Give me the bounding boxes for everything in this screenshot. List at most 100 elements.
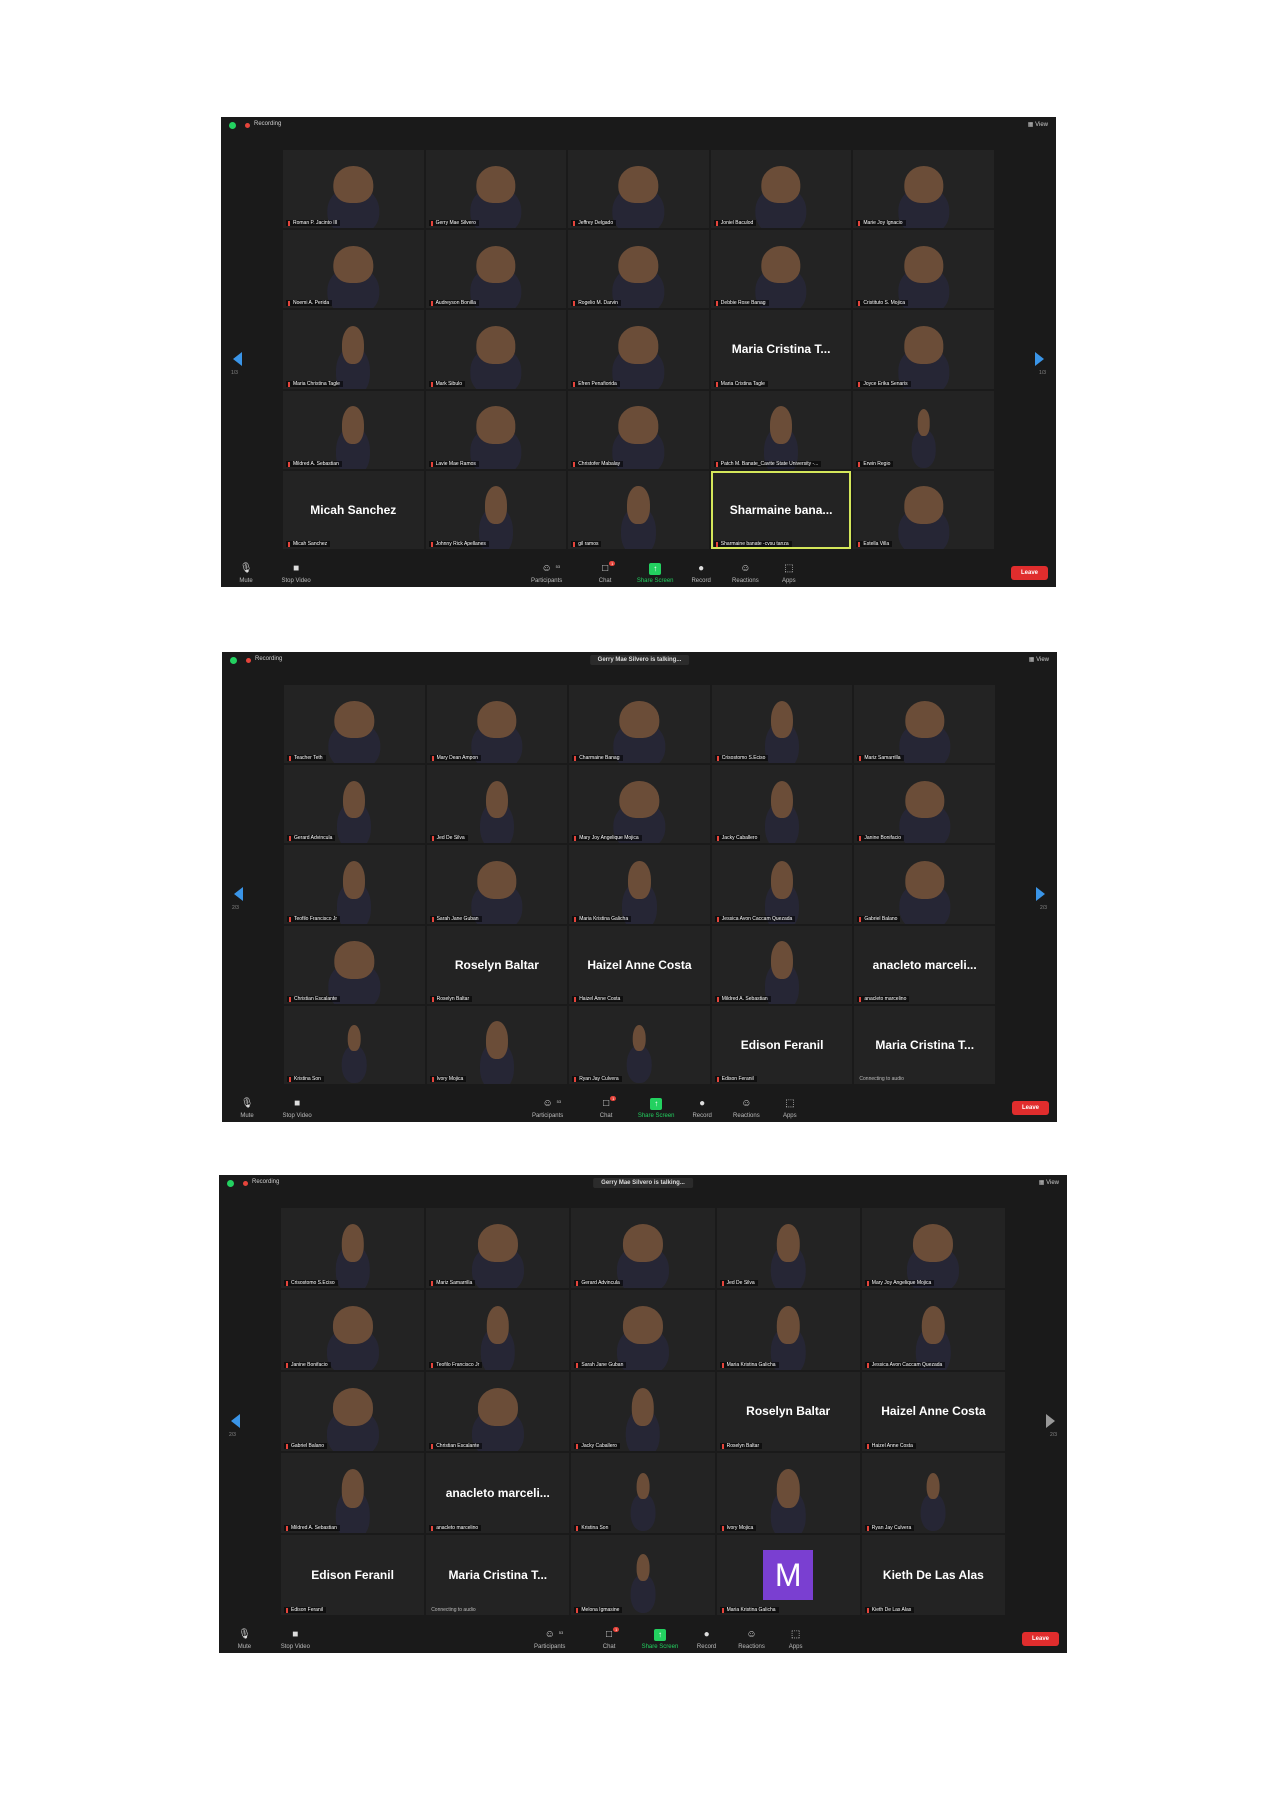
next-page-arrow-icon[interactable] <box>1036 887 1045 901</box>
participant-tile[interactable]: Gabriel Balano <box>854 845 995 924</box>
participant-tile[interactable]: Janine Bonifacio <box>854 765 995 844</box>
participants-button[interactable]: ☺ 53 Participants <box>527 563 567 584</box>
mute-button[interactable]: 🎙 Mute <box>224 1629 264 1650</box>
participant-tile[interactable]: Joyce Erika Senaris <box>853 310 994 389</box>
participant-tile[interactable]: Efren Penafiorida <box>568 310 709 389</box>
share-screen-button[interactable]: ↑ Share Screen <box>635 563 675 584</box>
participant-tile[interactable]: Teofilo Francisco Jr <box>426 1289 570 1370</box>
participant-tile[interactable]: Jessica Avon Caccam Quezada <box>711 845 853 924</box>
participant-tile[interactable]: Noemi A. Perida <box>283 230 424 309</box>
participant-tile[interactable]: Haizel Anne Costa Haizel Anne Costa <box>861 1371 1005 1452</box>
participant-tile[interactable]: Christian Escalante <box>284 925 425 1004</box>
next-page-arrow-icon[interactable] <box>1046 1414 1055 1428</box>
participants-button[interactable]: ☺ 53 Participants <box>528 1098 568 1119</box>
leave-button[interactable]: Leave <box>1021 1632 1059 1646</box>
participant-tile[interactable]: Maria Kristina Galicha <box>569 845 710 924</box>
leave-button[interactable]: Leave <box>1010 566 1048 580</box>
view-button[interactable]: ▦ View <box>1039 1179 1059 1186</box>
participant-tile[interactable]: Maria Cristina T... Connecting to audio <box>854 1005 995 1084</box>
previous-page-arrow-icon[interactable] <box>233 352 242 366</box>
participant-tile[interactable]: Micah Sanchez Micah Sanchez <box>283 470 424 549</box>
previous-page-arrow-icon[interactable] <box>234 887 243 901</box>
participant-tile[interactable]: Rogelio M. Darvin <box>568 230 709 309</box>
participant-tile[interactable]: Teacher Teth <box>284 685 425 764</box>
participant-tile[interactable]: Edison Feranil Edison Feranil <box>711 1005 853 1084</box>
next-page-arrow-icon[interactable] <box>1035 352 1044 366</box>
participant-tile[interactable]: anacleto marceli... anacleto marcelino <box>426 1453 570 1534</box>
participant-tile[interactable]: Mark Sibulo <box>425 310 567 389</box>
participant-tile[interactable]: Audreyson Bonilla <box>425 230 567 309</box>
participant-tile[interactable]: Mariz Samarrilla <box>854 685 995 764</box>
participant-tile[interactable]: Charmaine Banag <box>569 685 710 764</box>
apps-button[interactable]: ⬚ Apps <box>769 563 809 584</box>
mute-button[interactable]: 🎙 Mute <box>226 563 266 584</box>
participant-tile[interactable]: Patch M. Banate_Cavite State University … <box>710 390 852 469</box>
participant-tile[interactable]: Gerard Advincula <box>284 765 425 844</box>
participants-button[interactable]: ☺ 53 Participants <box>530 1629 570 1650</box>
participant-tile[interactable]: Christofer Mabalay <box>568 390 709 469</box>
participant-tile[interactable]: Jed De Silva <box>716 1208 860 1288</box>
participant-tile[interactable]: Gabriel Balano <box>281 1371 425 1452</box>
participant-tile[interactable]: Ivory Mojica <box>426 1005 568 1084</box>
participant-tile[interactable]: Melona Igmasine <box>571 1535 715 1615</box>
participant-tile[interactable]: Roselyn Baltar Roselyn Baltar <box>426 925 568 1004</box>
participant-tile[interactable]: Mary Joy Angelique Mojica <box>569 765 710 844</box>
record-button[interactable]: ● Record <box>681 563 721 584</box>
participant-tile[interactable]: Debbie Rose Banag <box>710 230 852 309</box>
participant-tile[interactable]: Crisostomo S.Eciso <box>281 1208 425 1288</box>
participant-tile[interactable]: Haizel Anne Costa Haizel Anne Costa <box>569 925 710 1004</box>
participant-tile[interactable]: Jed De Silva <box>426 765 568 844</box>
participant-tile[interactable]: Gerard Advincula <box>571 1208 715 1288</box>
participant-tile[interactable]: Joniel Baculod <box>710 150 852 229</box>
participant-tile[interactable]: Marie Joy Ignacio <box>853 150 994 229</box>
participant-tile[interactable]: gil ramos <box>568 470 709 549</box>
participant-tile[interactable]: Mary Joy Angelique Mojica <box>861 1208 1005 1288</box>
participant-tile[interactable]: Maria Kristina Galicha <box>716 1289 860 1370</box>
chat-button[interactable]: □ 1 Chat <box>585 561 625 584</box>
participant-tile[interactable]: Edison Feranil Edison Feranil <box>281 1535 425 1615</box>
participant-tile[interactable]: Kristina Son <box>571 1453 715 1534</box>
leave-button[interactable]: Leave <box>1011 1101 1049 1115</box>
share-screen-button[interactable]: ↑ Share Screen <box>636 1098 676 1119</box>
previous-page-arrow-icon[interactable] <box>231 1414 240 1428</box>
participant-tile[interactable]: Jessica Avon Caccam Quezada <box>861 1289 1005 1370</box>
participant-tile[interactable]: Johnny Rick Apellanes <box>425 470 567 549</box>
apps-button[interactable]: ⬚ Apps <box>770 1098 810 1119</box>
participant-tile[interactable]: Sarah Jane Guban <box>571 1289 715 1370</box>
participant-tile[interactable]: Estella Villa <box>853 470 994 549</box>
participant-tile[interactable]: Ivory Mojica <box>716 1453 860 1534</box>
participant-tile[interactable]: Cristituto S. Mojica <box>853 230 994 309</box>
participant-tile[interactable]: M Maria Kristina Galicha <box>716 1535 860 1615</box>
participant-tile[interactable]: Maria Christina Tagle <box>283 310 424 389</box>
participant-tile[interactable]: Crisostomo S.Eciso <box>711 685 853 764</box>
participant-tile[interactable]: Mildred A. Sebastian <box>711 925 853 1004</box>
stop-video-button[interactable]: ■ Stop Video <box>276 563 316 584</box>
participant-tile[interactable]: Jeffrey Delgado <box>568 150 709 229</box>
participant-tile[interactable]: Jacky Caballero <box>711 765 853 844</box>
participant-tile[interactable]: Sarah Jane Guban <box>426 845 568 924</box>
participant-tile[interactable]: Jacky Caballero <box>571 1371 715 1452</box>
participant-tile[interactable]: Janine Bonifacio <box>281 1289 425 1370</box>
mute-button[interactable]: 🎙 Mute <box>227 1098 267 1119</box>
participant-tile[interactable]: Maria Cristina T... Connecting to audio <box>426 1535 570 1615</box>
apps-button[interactable]: ⬚ Apps <box>776 1629 816 1650</box>
stop-video-button[interactable]: ■ Stop Video <box>277 1098 317 1119</box>
participant-tile[interactable]: Maria Cristina T... Maria Cristina Tagle <box>710 310 852 389</box>
chat-button[interactable]: □ 1 Chat <box>586 1096 626 1119</box>
participant-tile[interactable]: Gerry Mae Silvero <box>425 150 567 229</box>
share-screen-button[interactable]: ↑ Share Screen <box>640 1629 680 1650</box>
participant-tile[interactable]: Mariz Samarrilla <box>426 1208 570 1288</box>
participant-tile[interactable]: Mildred A. Sebastian <box>283 390 424 469</box>
participant-tile[interactable]: Roselyn Baltar Roselyn Baltar <box>716 1371 860 1452</box>
participant-tile[interactable]: Christian Escalante <box>426 1371 570 1452</box>
security-shield-icon[interactable] <box>229 122 236 129</box>
participant-tile[interactable]: Ryan Jay Culvera <box>569 1005 710 1084</box>
security-shield-icon[interactable] <box>227 1180 234 1187</box>
participant-tile[interactable]: Mary Dean Ampon <box>426 685 568 764</box>
view-button[interactable]: ▦ View <box>1029 656 1049 663</box>
chat-button[interactable]: □ 1 Chat <box>589 1627 629 1650</box>
participant-tile[interactable]: Sharmaine bana... Sharmaine banate -cvsu … <box>710 470 852 549</box>
reactions-button[interactable]: ☺ Reactions <box>725 563 765 584</box>
participant-tile[interactable]: Erwin Regio <box>853 390 994 469</box>
participant-tile[interactable]: Teofilo Francisco Jr <box>284 845 425 924</box>
